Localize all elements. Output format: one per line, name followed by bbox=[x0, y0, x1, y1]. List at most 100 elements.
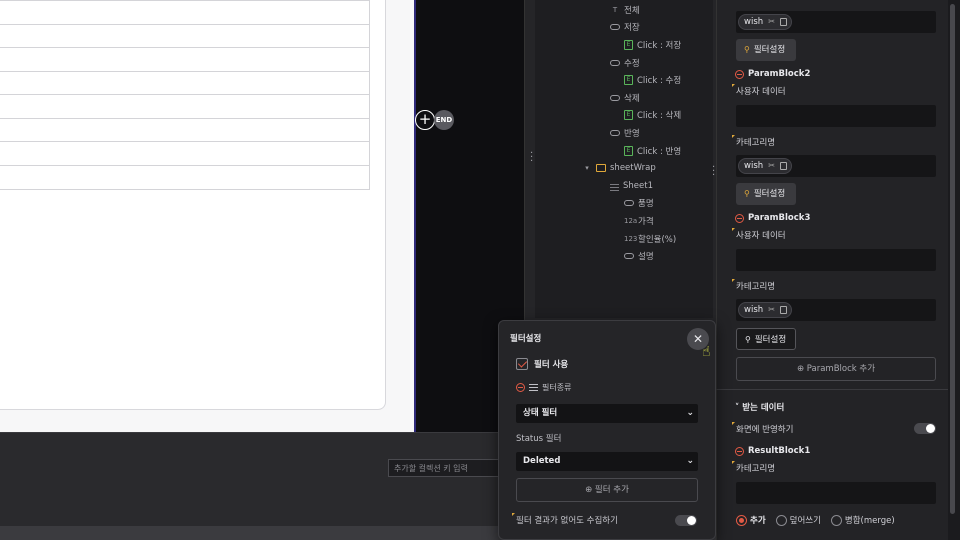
remove-icon[interactable] bbox=[735, 213, 744, 223]
result-block-title[interactable]: ResultBlock1 bbox=[735, 446, 810, 456]
remove-icon[interactable] bbox=[735, 69, 744, 79]
table-row[interactable] bbox=[0, 0, 369, 24]
end-node-badge: END bbox=[434, 110, 454, 130]
tree-item[interactable]: E Click : 삭제 bbox=[624, 107, 681, 123]
radio-option[interactable]: 추가 bbox=[736, 514, 766, 526]
sheet-icon bbox=[610, 181, 619, 191]
select-value: Deleted bbox=[523, 456, 561, 466]
copy-icon[interactable] bbox=[780, 18, 787, 26]
scrollbar-thumb[interactable] bbox=[950, 4, 955, 514]
user-data-field[interactable] bbox=[736, 105, 936, 127]
param-block-title[interactable]: ParamBlock2 bbox=[735, 69, 810, 79]
tree-item[interactable]: 설명 bbox=[624, 248, 654, 264]
status-filter-select[interactable]: Deleted ⌄ bbox=[516, 452, 698, 471]
filter-settings-button[interactable]: ⚲ 필터설정 bbox=[736, 183, 796, 205]
table-row[interactable] bbox=[0, 70, 369, 95]
tree-item-label: Click : 저장 bbox=[637, 41, 682, 51]
tree-item[interactable]: 반영 bbox=[610, 125, 640, 141]
add-filter-button[interactable]: ⊕ 필터 추가 bbox=[516, 478, 698, 502]
radio-label: 추가 bbox=[750, 516, 766, 526]
use-filter-checkbox[interactable]: 필터 사용 bbox=[516, 358, 568, 370]
button-label: ParamBlock 추가 bbox=[806, 364, 876, 374]
category-chip[interactable]: wish ✂ bbox=[738, 14, 792, 30]
filter-icon: ⚲ bbox=[745, 335, 751, 344]
tree-item-label: 저장 bbox=[624, 23, 640, 33]
field-label: 필터종류 bbox=[542, 383, 572, 392]
design-canvas[interactable] bbox=[0, 0, 416, 432]
field-label: 사용자 데이터 bbox=[732, 84, 786, 97]
field-label: 카테고리명 bbox=[731, 461, 776, 474]
tree-item[interactable]: 수정 bbox=[610, 55, 640, 71]
copy-icon[interactable] bbox=[780, 306, 787, 314]
tree-item[interactable]: 삭제 bbox=[610, 90, 640, 106]
table-row[interactable] bbox=[0, 117, 369, 142]
field-label: 필터 결과가 없어도 수집하기 bbox=[512, 513, 618, 526]
tree-item-label: Click : 반영 bbox=[637, 147, 682, 157]
button-label: 필터설정 bbox=[754, 335, 787, 345]
tree-item[interactable]: E Click : 반영 bbox=[624, 143, 681, 159]
param-block-title[interactable]: ParamBlock3 bbox=[735, 213, 810, 223]
tree-item-label: 반영 bbox=[624, 129, 640, 139]
grid-table[interactable] bbox=[0, 0, 370, 190]
filter-settings-button[interactable]: ⚲ 필터설정 bbox=[736, 328, 796, 350]
tree-item[interactable]: 품명 bbox=[624, 195, 654, 211]
text-field-icon bbox=[624, 200, 634, 206]
add-param-block-button[interactable]: ⊕ ParamBlock 추가 bbox=[736, 357, 936, 381]
tree-item-label: sheetWrap bbox=[610, 163, 656, 173]
copy-icon[interactable] bbox=[780, 162, 787, 170]
radio-option[interactable]: 덮어쓰기 bbox=[775, 514, 821, 526]
tree-item[interactable]: 저장 bbox=[610, 19, 640, 35]
section-title: 받는 데이터 bbox=[742, 403, 785, 413]
chip-label: wish bbox=[744, 161, 764, 171]
radio-selected-icon bbox=[736, 515, 747, 526]
tree-item[interactable]: E Click : 저장 bbox=[624, 37, 681, 53]
tree-item-label: 할인율(%) bbox=[638, 235, 677, 245]
link-icon bbox=[610, 130, 620, 136]
checkbox-checked-icon bbox=[516, 358, 528, 370]
table-row[interactable] bbox=[0, 94, 369, 118]
tree-item[interactable]: Sheet1 bbox=[610, 178, 653, 194]
remove-icon[interactable] bbox=[516, 383, 525, 392]
caret-down-icon[interactable]: ▾ bbox=[582, 164, 592, 172]
field-label: 카테고리명 bbox=[731, 135, 776, 148]
radio-option[interactable]: 병합(merge) bbox=[830, 514, 895, 526]
category-chip[interactable]: wish ✂ bbox=[738, 158, 792, 174]
resize-handle-icon[interactable]: · · · bbox=[530, 149, 534, 167]
merge-mode-radio-group: 추가 덮어쓰기 병합(merge) bbox=[736, 514, 895, 526]
tree-item-label: Click : 수정 bbox=[637, 76, 682, 86]
filter-settings-button[interactable]: ⚲ 필터설정 bbox=[736, 39, 796, 61]
table-row[interactable] bbox=[0, 164, 369, 189]
remove-icon[interactable] bbox=[735, 446, 744, 456]
radio-label: 덮어쓰기 bbox=[789, 516, 821, 526]
chevron-down-icon: ˅ bbox=[735, 403, 740, 413]
unlink-icon[interactable]: ✂ bbox=[768, 303, 775, 317]
button-label: 필터설정 bbox=[753, 189, 786, 199]
user-data-field[interactable] bbox=[736, 249, 936, 271]
folder-icon bbox=[596, 164, 606, 172]
tree-item[interactable]: 12a 가격 bbox=[624, 213, 654, 229]
table-row[interactable] bbox=[0, 23, 369, 48]
tree-item[interactable]: E Click : 수정 bbox=[624, 72, 681, 88]
event-icon: E bbox=[624, 146, 633, 156]
filter-type-select[interactable]: 상태 필터 ⌄ bbox=[516, 404, 698, 423]
reflect-toggle[interactable] bbox=[914, 423, 936, 434]
tree-item[interactable]: T 전체 bbox=[610, 2, 640, 18]
field-label: 카테고리명 bbox=[731, 279, 776, 292]
tree-item-label: 삭제 bbox=[624, 94, 640, 104]
collect-empty-toggle[interactable] bbox=[675, 515, 697, 526]
category-chip[interactable]: wish ✂ bbox=[738, 302, 792, 318]
pointer-cursor-icon: ☝ bbox=[702, 344, 711, 360]
receive-data-section[interactable]: ˅ 받는 데이터 bbox=[735, 401, 784, 413]
tree-item[interactable]: 123 할인율(%) bbox=[624, 231, 676, 247]
number-field-icon: 12a bbox=[624, 217, 638, 225]
add-node-button[interactable]: + bbox=[415, 110, 435, 130]
table-row[interactable] bbox=[0, 141, 369, 165]
result-category-field[interactable] bbox=[736, 482, 936, 504]
tree-item[interactable]: ▾ sheetWrap bbox=[582, 160, 656, 176]
unlink-icon[interactable]: ✂ bbox=[768, 15, 775, 29]
unlink-icon[interactable]: ✂ bbox=[768, 159, 775, 173]
collection-key-input[interactable]: 추가할 컬렉션 키 입력 bbox=[388, 459, 506, 477]
button-label: 필터 추가 bbox=[594, 485, 629, 495]
filter-icon: ⚲ bbox=[744, 45, 750, 54]
table-row[interactable] bbox=[0, 47, 369, 71]
